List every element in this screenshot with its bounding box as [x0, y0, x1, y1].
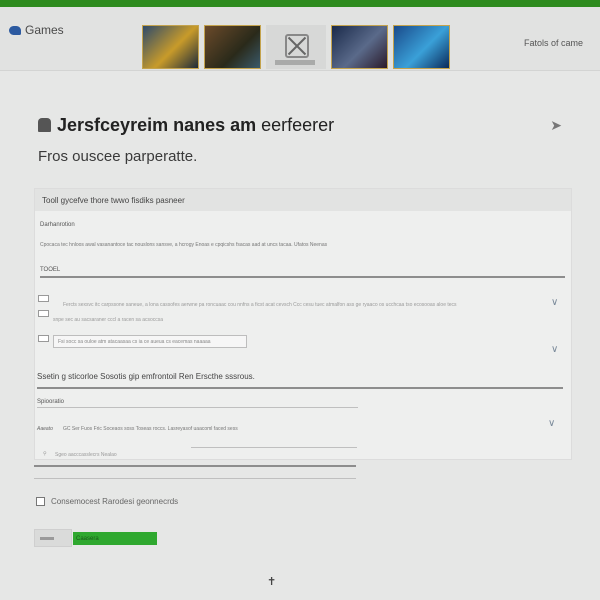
- chevron-down-icon[interactable]: ∨: [551, 344, 558, 355]
- footer-checkbox[interactable]: [36, 497, 45, 506]
- option-text-field[interactable]: Fsi socc sa ouloe atm atacaasaa cs ia ce…: [53, 335, 247, 348]
- primary-button[interactable]: Caasera: [73, 532, 157, 545]
- game-thumbnail-3[interactable]: [266, 25, 326, 69]
- game-thumbnails: [142, 25, 450, 69]
- chevron-down-icon[interactable]: ∨: [551, 297, 558, 308]
- italic-field-label: Aaeato: [37, 426, 53, 432]
- secondary-button[interactable]: [34, 529, 72, 547]
- field-underline-option[interactable]: [37, 407, 358, 408]
- option-checkbox-1[interactable]: [38, 295, 49, 302]
- game-controller-icon: [38, 118, 51, 132]
- chevron-down-icon[interactable]: ∨: [548, 418, 555, 429]
- option-text-1: Fercts sexsvc itc carpssone saneue, a lo…: [63, 302, 457, 308]
- footer-option-label: Consemocest Rarodesi geonnecrds: [51, 497, 179, 506]
- xbox-logo-icon: [285, 34, 309, 58]
- page-title-normal: eerfeerer: [261, 114, 335, 135]
- field-value-text: GC Ser Fuos Fric Soceaos soss Toseas roc…: [63, 426, 238, 432]
- header-link[interactable]: Fatols of came: [524, 38, 583, 48]
- page-subtitle: Fros ouscee parperatte.: [38, 148, 198, 165]
- page-title: Jersfceyreim nanes am eerfeerer: [57, 115, 334, 136]
- mouse-cursor-icon: ✝: [267, 576, 277, 588]
- option-text-2: snpe sec au sacsaraner cccl a racen sa a…: [53, 317, 164, 323]
- site-header: Games Fatols of came: [0, 7, 600, 71]
- field-label-tool: TOOEL: [40, 267, 61, 273]
- field-underline-tool[interactable]: [40, 276, 565, 278]
- game-thumbnail-2[interactable]: [204, 25, 261, 69]
- top-accent-bar: [0, 0, 600, 7]
- send-icon[interactable]: ➤: [550, 117, 562, 134]
- field-hint-text: Sgeo aacccasslecrs Nealao: [55, 452, 117, 458]
- game-thumbnail-5[interactable]: [393, 25, 450, 69]
- option-checkbox-3[interactable]: [38, 335, 49, 342]
- section-divider: [34, 465, 356, 467]
- page-title-bold: Jersfceyreim nanes am: [57, 114, 257, 135]
- setting-underline[interactable]: [37, 387, 563, 389]
- setting-description: Ssetin g sticorloe Sosotis gip emfrontoi…: [37, 372, 255, 381]
- option-checkbox-2[interactable]: [38, 310, 49, 317]
- thumbnail-caption: [275, 60, 315, 65]
- form-panel: Tooll gycefve thore twwo fisdiks pasneer…: [34, 188, 572, 460]
- field-underline-short[interactable]: [191, 447, 357, 448]
- brand[interactable]: Games: [9, 23, 64, 37]
- game-thumbnail-1[interactable]: [142, 25, 199, 69]
- panel-subheading: Darhanrotion: [40, 222, 75, 228]
- game-thumbnail-4[interactable]: [331, 25, 388, 69]
- button-placeholder-bar: [40, 537, 54, 540]
- brand-name: Games: [25, 23, 64, 37]
- field-label-option: Spiooratio: [37, 399, 65, 405]
- search-icon: ⚲: [43, 451, 47, 457]
- page-title-row: Jersfceyreim nanes am eerfeerer ➤: [38, 113, 568, 137]
- panel-description: Cpocaca tec hnloos awal vasanantoce tac …: [40, 242, 328, 248]
- section-divider-light: [34, 478, 356, 479]
- footer-option[interactable]: Consemocest Rarodesi geonnecrds: [36, 497, 178, 506]
- panel-heading: Tooll gycefve thore twwo fisdiks pasneer: [35, 189, 571, 211]
- brand-logo-icon: [9, 25, 21, 35]
